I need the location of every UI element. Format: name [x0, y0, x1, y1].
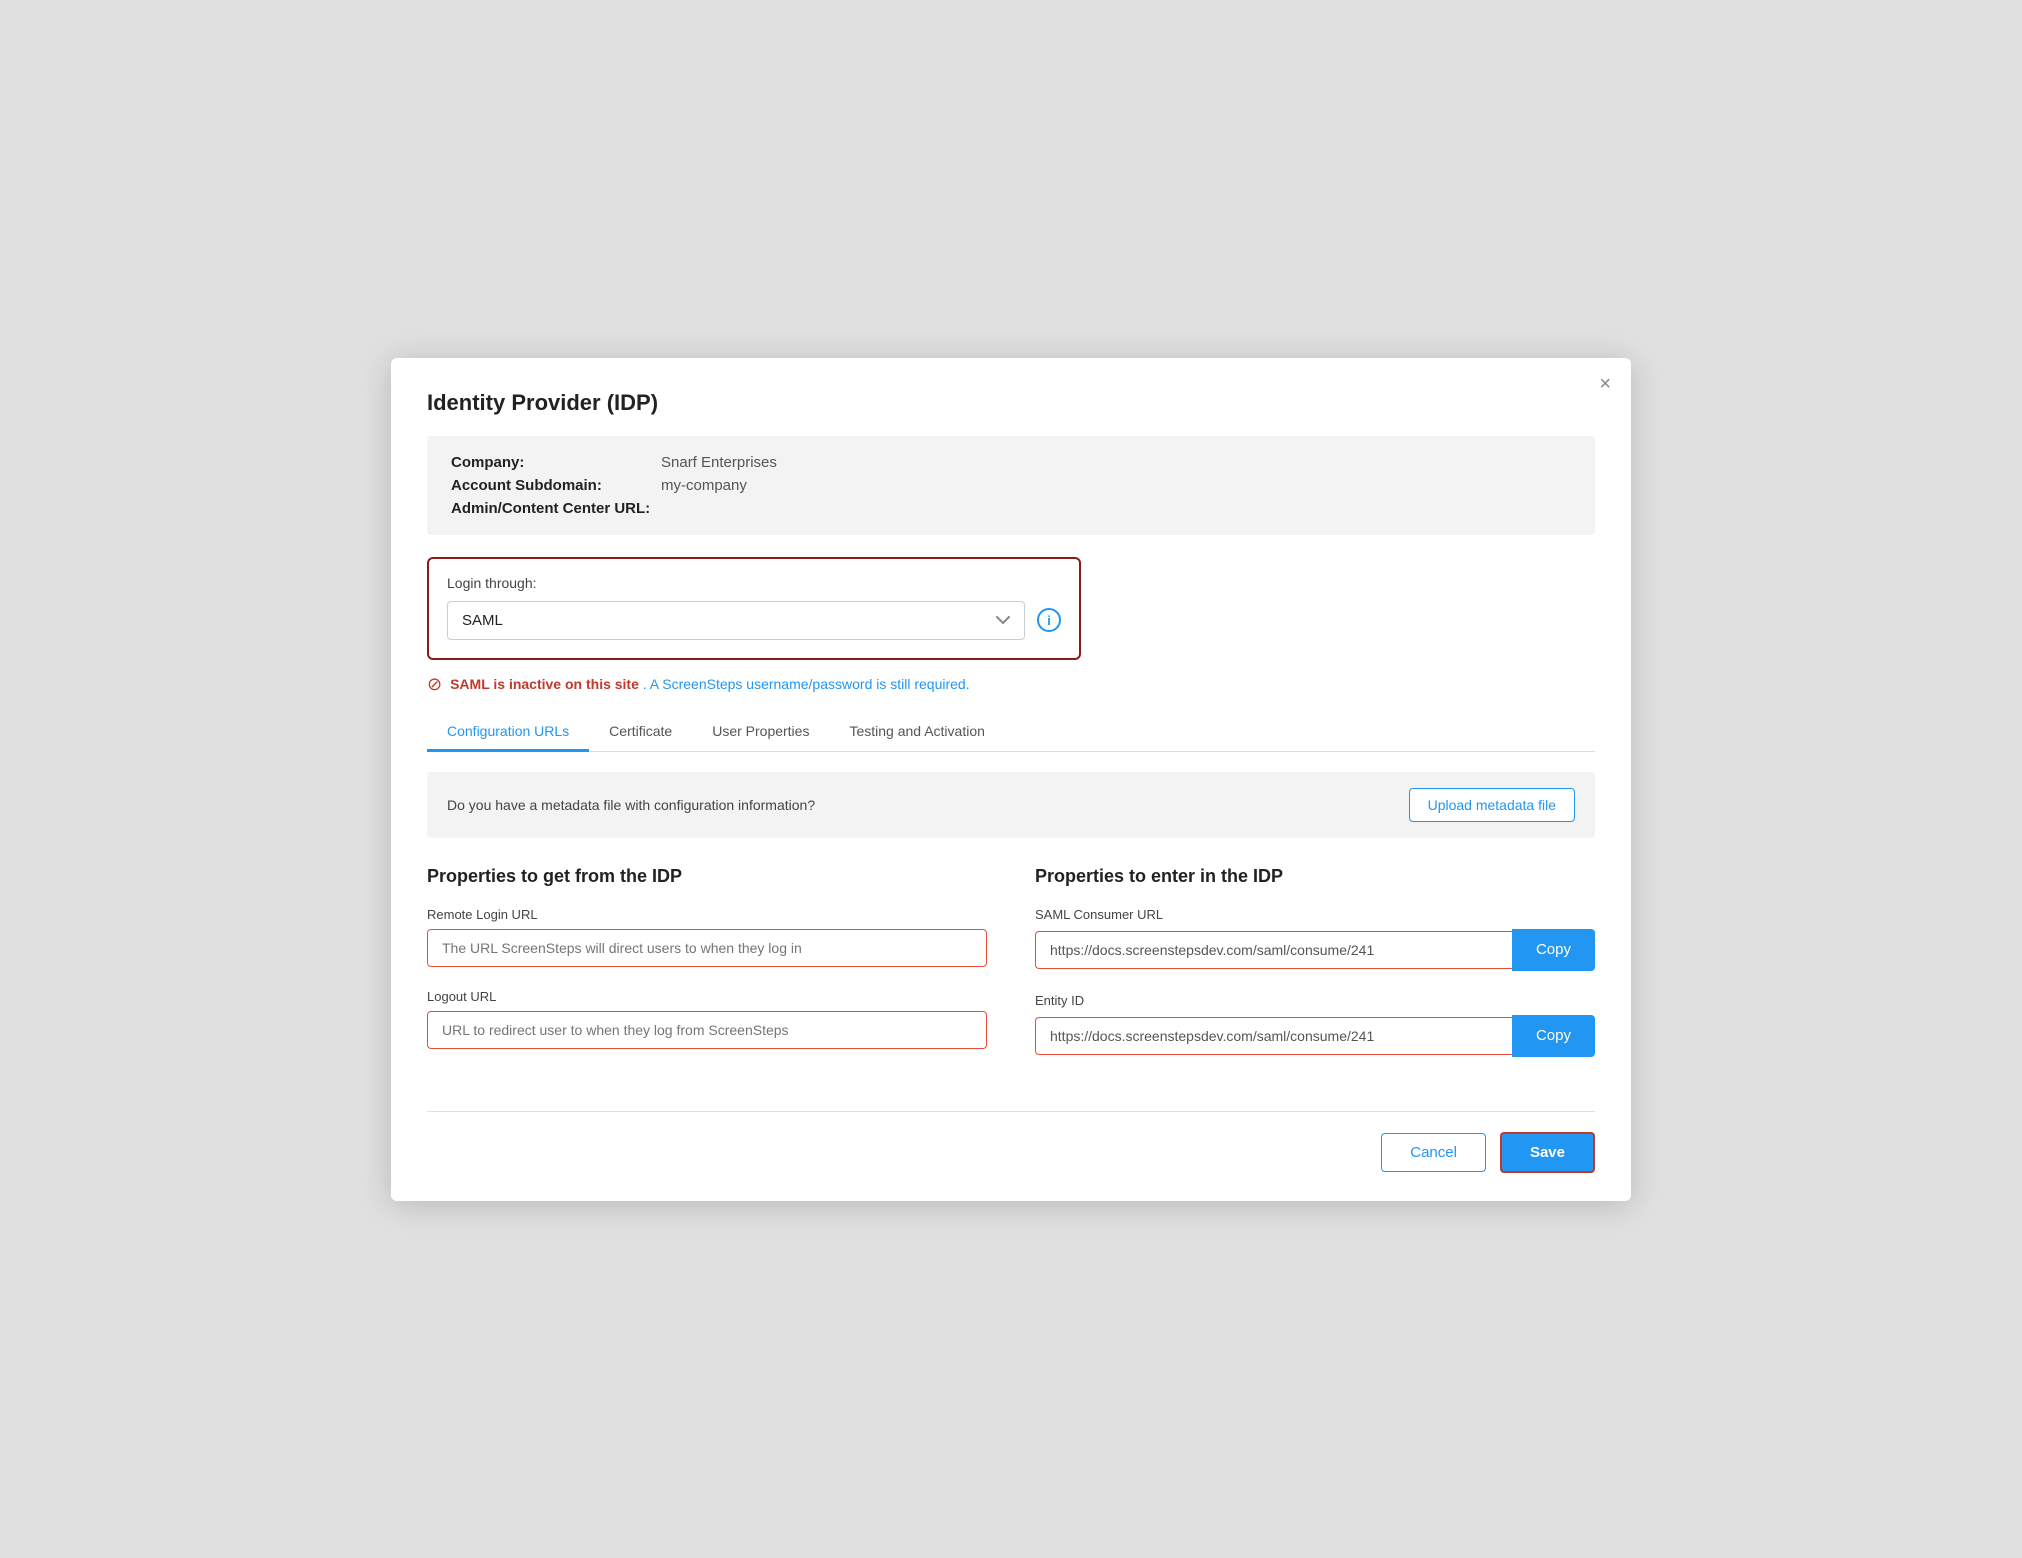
company-row: Company: Snarf Enterprises [451, 454, 1571, 471]
entity-id-group: Entity ID Copy [1035, 993, 1595, 1057]
saml-consumer-label: SAML Consumer URL [1035, 907, 1595, 922]
right-section-title: Properties to enter in the IDP [1035, 866, 1595, 887]
cancel-button[interactable]: Cancel [1381, 1133, 1486, 1172]
metadata-bar: Do you have a metadata file with configu… [427, 772, 1595, 838]
entity-id-copy-button[interactable]: Copy [1512, 1015, 1595, 1057]
modal-title: Identity Provider (IDP) [427, 390, 1595, 416]
login-label: Login through: [447, 575, 1061, 591]
remote-login-input[interactable] [427, 929, 987, 967]
metadata-question: Do you have a metadata file with configu… [447, 797, 815, 813]
entity-id-row: Copy [1035, 1015, 1595, 1057]
saml-consumer-group: SAML Consumer URL Copy [1035, 907, 1595, 971]
company-value: Snarf Enterprises [661, 454, 777, 471]
subdomain-value: my-company [661, 477, 747, 494]
url-label: Admin/Content Center URL: [451, 500, 661, 517]
entity-id-label: Entity ID [1035, 993, 1595, 1008]
subdomain-row: Account Subdomain: my-company [451, 477, 1571, 494]
logout-label: Logout URL [427, 989, 987, 1004]
save-button[interactable]: Save [1500, 1132, 1595, 1173]
left-section-title: Properties to get from the IDP [427, 866, 987, 887]
warning-bold-text: SAML is inactive on this site [450, 676, 639, 692]
warning-row: ⊘ SAML is inactive on this site . A Scre… [427, 674, 1595, 695]
login-select-row: SAML Standard OAuth i [447, 601, 1061, 640]
tab-certificate[interactable]: Certificate [589, 713, 692, 752]
logout-row [427, 1011, 987, 1049]
footer-divider [427, 1111, 1595, 1112]
footer: Cancel Save [427, 1132, 1595, 1173]
upload-metadata-button[interactable]: Upload metadata file [1409, 788, 1575, 822]
close-button[interactable]: × [1599, 374, 1611, 394]
saml-consumer-input[interactable] [1035, 931, 1512, 969]
company-label: Company: [451, 454, 661, 471]
subdomain-label: Account Subdomain: [451, 477, 661, 494]
login-select[interactable]: SAML Standard OAuth [447, 601, 1025, 640]
info-box: Company: Snarf Enterprises Account Subdo… [427, 436, 1595, 535]
properties-grid: Properties to get from the IDP Remote Lo… [427, 866, 1595, 1079]
warning-icon: ⊘ [427, 674, 442, 695]
remote-login-row [427, 929, 987, 967]
logout-input[interactable] [427, 1011, 987, 1049]
entity-id-input[interactable] [1035, 1017, 1512, 1055]
warning-normal-text: . A ScreenSteps username/password is sti… [643, 676, 970, 692]
tab-user-properties[interactable]: User Properties [692, 713, 829, 752]
login-info-icon[interactable]: i [1037, 608, 1061, 632]
modal-dialog: × Identity Provider (IDP) Company: Snarf… [391, 358, 1631, 1201]
remote-login-group: Remote Login URL [427, 907, 987, 967]
right-column: Properties to enter in the IDP SAML Cons… [1035, 866, 1595, 1079]
left-column: Properties to get from the IDP Remote Lo… [427, 866, 987, 1079]
logout-group: Logout URL [427, 989, 987, 1049]
url-row: Admin/Content Center URL: [451, 500, 1571, 517]
remote-login-label: Remote Login URL [427, 907, 987, 922]
tabs-bar: Configuration URLs Certificate User Prop… [427, 713, 1595, 752]
saml-consumer-copy-button[interactable]: Copy [1512, 929, 1595, 971]
login-section: Login through: SAML Standard OAuth i [427, 557, 1081, 660]
saml-consumer-row: Copy [1035, 929, 1595, 971]
tab-configuration-urls[interactable]: Configuration URLs [427, 713, 589, 752]
tab-testing-activation[interactable]: Testing and Activation [829, 713, 1004, 752]
